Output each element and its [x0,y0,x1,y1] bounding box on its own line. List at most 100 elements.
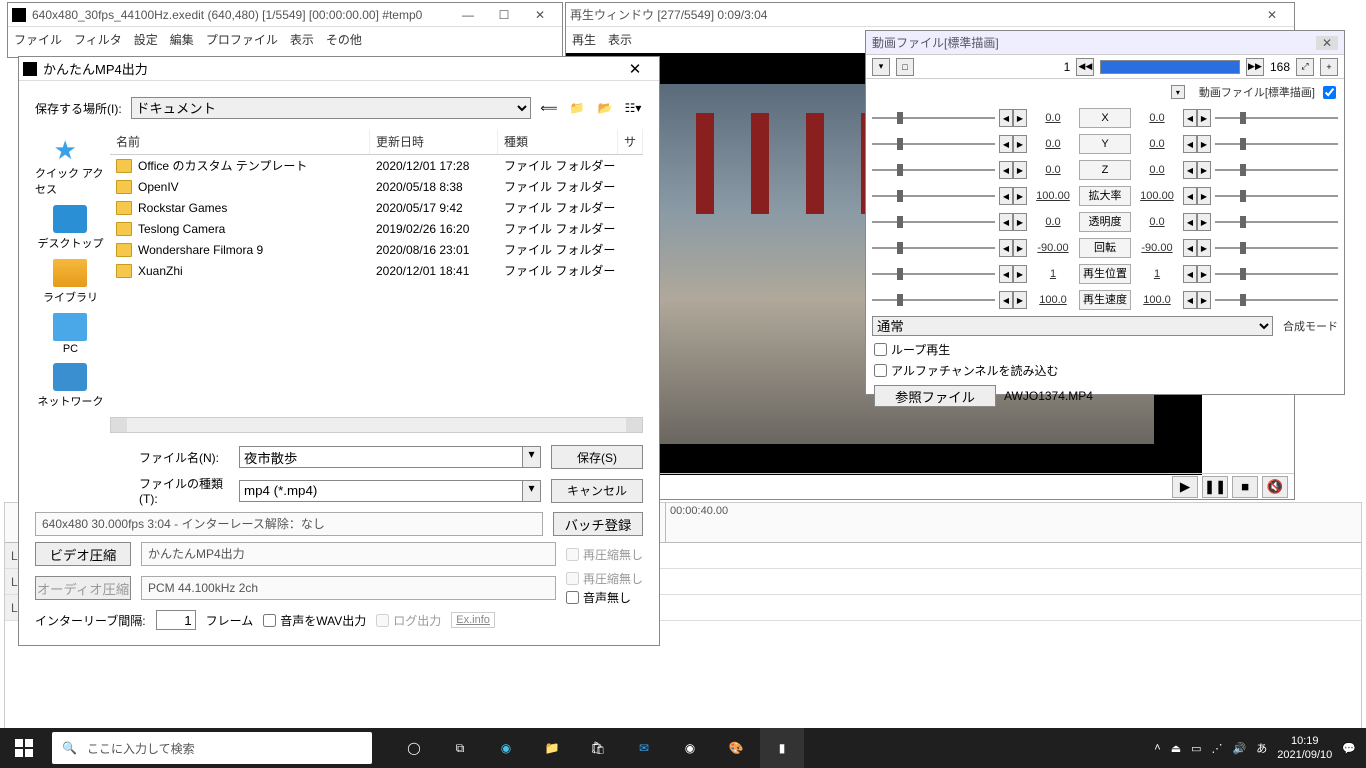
file-item[interactable]: Rockstar Games2020/05/17 9:42ファイル フォルダー [110,197,643,218]
menu-view[interactable]: 表示 [290,31,314,48]
param-slider-left[interactable] [872,292,995,308]
no-audio-checkbox[interactable]: 音声無し [566,589,643,606]
param-slider-right[interactable] [1215,266,1338,282]
param-dec[interactable]: ◀ [999,135,1013,153]
param-inc[interactable]: ▶ [1013,239,1027,257]
param-inc[interactable]: ▶ [1013,187,1027,205]
param-value-left[interactable]: 100.0 [1031,294,1075,306]
file-list-scrollbar[interactable] [110,417,643,433]
expand-button[interactable]: ⤢ [1296,58,1314,76]
param-name-button[interactable]: Z [1079,160,1131,180]
tray-clock[interactable]: 10:192021/09/10 [1277,734,1332,762]
props-titlebar[interactable]: 動画ファイル[標準描画] ✕ [866,31,1344,55]
pause-button[interactable]: ❚❚ [1202,476,1228,498]
param-inc[interactable]: ▶ [1013,213,1027,231]
collapse-button[interactable]: ▾ [1171,85,1185,99]
view-menu-icon[interactable]: ☷▾ [623,98,643,118]
param-dec-r[interactable]: ◀ [1183,291,1197,309]
save-location-select[interactable]: ドキュメント [131,97,531,119]
param-value-left[interactable]: 1 [1031,268,1075,280]
cancel-button[interactable]: キャンセル [551,479,643,503]
param-dec[interactable]: ◀ [999,109,1013,127]
play-button[interactable]: ▶ [1172,476,1198,498]
param-inc-r[interactable]: ▶ [1197,239,1211,257]
taskbar-search[interactable]: 🔍ここに入力して検索 [52,732,372,764]
aviutl-icon[interactable]: ▮ [760,728,804,768]
param-dec-r[interactable]: ◀ [1183,161,1197,179]
seek-end-button[interactable]: ▶▶ [1246,58,1264,76]
param-dec[interactable]: ◀ [999,265,1013,283]
param-dec[interactable]: ◀ [999,161,1013,179]
param-slider-right[interactable] [1215,188,1338,204]
menu-edit[interactable]: 編集 [170,31,194,48]
param-inc-r[interactable]: ▶ [1197,265,1211,283]
param-value-left[interactable]: -90.00 [1031,242,1075,254]
param-dec[interactable]: ◀ [999,291,1013,309]
filename-input[interactable] [239,446,523,468]
add-button[interactable]: + [1320,58,1338,76]
param-inc-r[interactable]: ▶ [1197,187,1211,205]
param-value-right[interactable]: 0.0 [1135,138,1179,150]
tray-volume-icon[interactable]: 🔊 [1233,742,1247,755]
param-dec-r[interactable]: ◀ [1183,213,1197,231]
param-value-right[interactable]: 100.00 [1135,190,1179,202]
param-slider-left[interactable] [872,162,995,178]
close-button[interactable]: ✕ [522,4,558,26]
props-seekbar[interactable] [1100,60,1240,74]
param-inc[interactable]: ▶ [1013,109,1027,127]
param-slider-left[interactable] [872,240,995,256]
edge-icon[interactable]: ◉ [484,728,528,768]
file-item[interactable]: XuanZhi2020/12/01 18:41ファイル フォルダー [110,260,643,281]
filetype-dropdown[interactable]: ▾ [523,480,541,502]
filetype-select[interactable] [239,480,523,502]
param-dec[interactable]: ◀ [999,187,1013,205]
cortana-icon[interactable]: ◯ [392,728,436,768]
param-value-right[interactable]: 1 [1135,268,1179,280]
main-titlebar[interactable]: 640x480_30fps_44100Hz.exedit (640,480) [… [8,3,562,27]
video-compress-button[interactable]: ビデオ圧縮 [35,542,131,566]
menu-profile[interactable]: プロファイル [206,31,278,48]
param-slider-left[interactable] [872,110,995,126]
new-folder-icon[interactable]: 📂 [595,98,615,118]
menu-filter[interactable]: フィルタ [74,31,122,48]
param-name-button[interactable]: 拡大率 [1079,186,1131,206]
back-icon[interactable]: ⟸ [539,98,559,118]
playback-menu-view[interactable]: 表示 [608,31,632,48]
exinfo-link[interactable]: Ex.info [451,612,495,628]
tray-chevron-icon[interactable]: ˄ [1154,742,1160,754]
param-value-right[interactable]: 0.0 [1135,164,1179,176]
param-name-button[interactable]: X [1079,108,1131,128]
param-slider-left[interactable] [872,188,995,204]
col-name[interactable]: 名前 [110,129,370,154]
param-dec-r[interactable]: ◀ [1183,239,1197,257]
paint-icon[interactable]: 🎨 [714,728,758,768]
col-date[interactable]: 更新日時 [370,129,498,154]
param-name-button[interactable]: Y [1079,134,1131,154]
param-inc-r[interactable]: ▶ [1197,213,1211,231]
set-end-icon[interactable]: □ [896,58,914,76]
param-inc[interactable]: ▶ [1013,135,1027,153]
param-dec-r[interactable]: ◀ [1183,109,1197,127]
save-close-button[interactable]: ✕ [615,60,655,78]
alpha-checkbox[interactable]: アルファチャンネルを読み込む [866,360,1344,381]
save-button[interactable]: 保存(S) [551,445,643,469]
param-slider-right[interactable] [1215,136,1338,152]
param-dec-r[interactable]: ◀ [1183,187,1197,205]
param-value-right[interactable]: -90.00 [1135,242,1179,254]
menu-settings[interactable]: 設定 [134,31,158,48]
place-desktop[interactable]: デスクトップ [37,205,103,251]
blend-mode-select[interactable]: 通常 [872,316,1273,336]
up-icon[interactable]: 📁 [567,98,587,118]
param-dec-r[interactable]: ◀ [1183,135,1197,153]
param-inc-r[interactable]: ▶ [1197,161,1211,179]
loop-checkbox[interactable]: ループ再生 [866,339,1344,360]
param-inc-r[interactable]: ▶ [1197,291,1211,309]
param-value-right[interactable]: 0.0 [1135,216,1179,228]
wav-output-checkbox[interactable]: 音声をWAV出力 [263,612,366,629]
param-inc-r[interactable]: ▶ [1197,109,1211,127]
start-button[interactable] [0,728,48,768]
col-type[interactable]: 種類 [498,129,618,154]
interleave-input[interactable] [156,610,196,630]
menu-other[interactable]: その他 [326,31,362,48]
object-enable-checkbox[interactable] [1323,86,1336,99]
